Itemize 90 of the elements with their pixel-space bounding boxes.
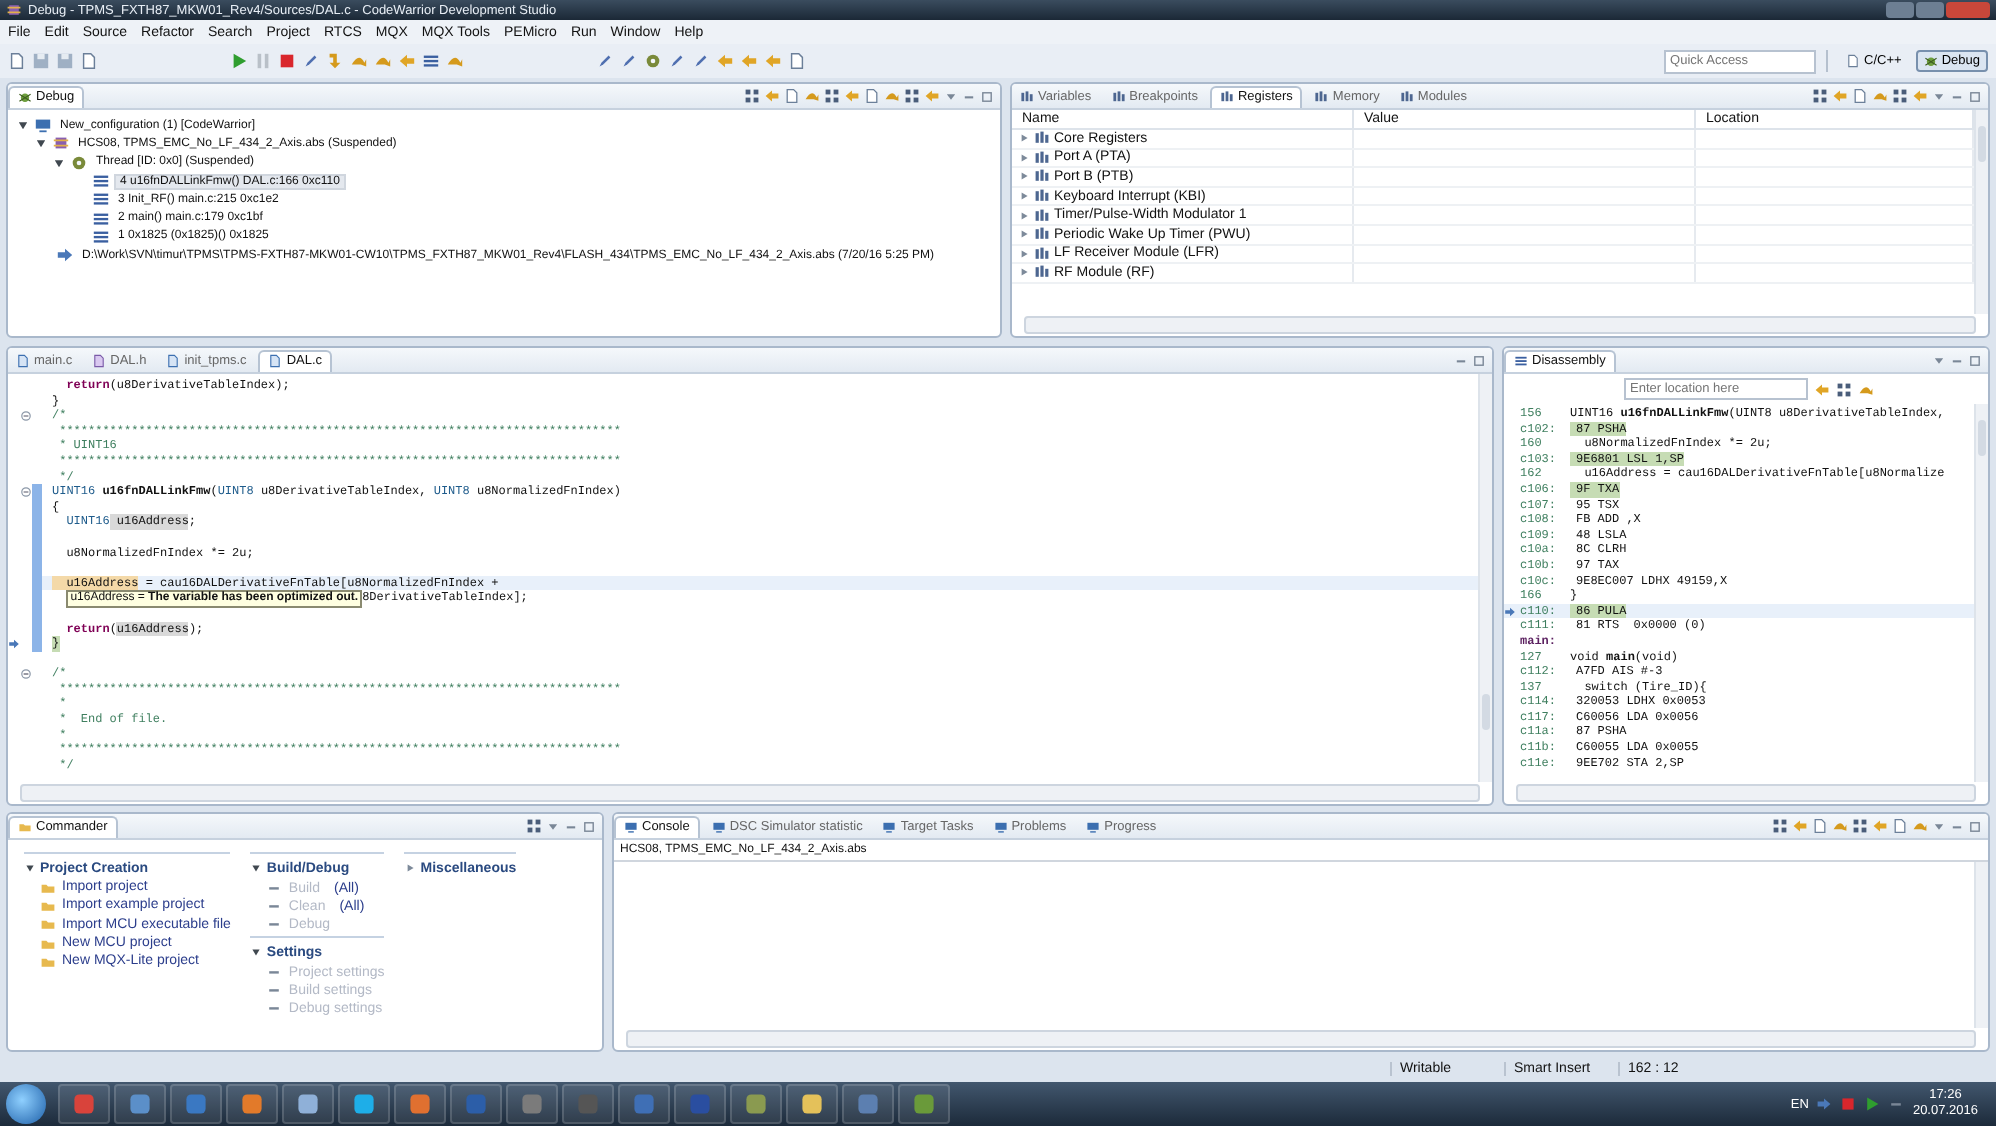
view-menu-icon[interactable] xyxy=(1932,819,1946,833)
tab-monitor-icon xyxy=(882,819,897,833)
step-return-icon[interactable] xyxy=(374,52,392,70)
new-file-icon[interactable] xyxy=(8,52,26,70)
taskbar-app-icon[interactable] xyxy=(394,1084,446,1124)
reset-icon[interactable] xyxy=(446,52,464,70)
vertical-scrollbar[interactable] xyxy=(1974,862,1988,1028)
view-menu-icon[interactable] xyxy=(1932,89,1946,103)
horizontal-scrollbar[interactable] xyxy=(20,784,1480,802)
collapse-icon[interactable] xyxy=(250,946,263,958)
horizontal-scrollbar[interactable] xyxy=(1516,784,1976,802)
tab-monitor-icon xyxy=(624,820,638,834)
tool-icon[interactable] xyxy=(824,88,840,104)
collapse-icon[interactable] xyxy=(24,862,36,874)
tab-reg-icon xyxy=(1111,89,1126,103)
horizontal-scrollbar[interactable] xyxy=(626,1030,1976,1048)
resume-icon[interactable] xyxy=(230,52,248,70)
vertical-scrollbar[interactable] xyxy=(1974,110,1988,314)
c-file-icon xyxy=(16,353,30,367)
vertical-scrollbar[interactable] xyxy=(1478,374,1492,782)
maximize-icon[interactable] xyxy=(1968,819,1982,833)
list-icon[interactable] xyxy=(422,52,440,70)
tool-icon[interactable] xyxy=(526,818,542,834)
taskbar-app-icon[interactable] xyxy=(898,1084,950,1124)
c-file-icon xyxy=(1846,54,1861,68)
bug-icon xyxy=(1923,54,1938,68)
monitor-icon xyxy=(34,116,52,135)
tab-monitor-icon xyxy=(993,819,1008,833)
minimize-button[interactable] xyxy=(1886,2,1914,18)
tool-icon[interactable] xyxy=(1836,381,1852,397)
tool-icon[interactable] xyxy=(1892,88,1908,104)
terminate-icon[interactable] xyxy=(278,52,296,70)
instruction-pointer-icon xyxy=(1504,605,1516,618)
stack-frame-icon xyxy=(92,190,110,209)
program-icon xyxy=(56,246,74,265)
stack-frame-icon xyxy=(92,209,110,228)
taskbar-app-icon[interactable] xyxy=(506,1084,558,1124)
fold-icon[interactable] xyxy=(20,409,32,422)
tool-icon[interactable] xyxy=(1772,818,1788,834)
stack-frame-icon xyxy=(92,172,110,191)
fold-icon[interactable] xyxy=(20,668,32,681)
taskbar-app-icon[interactable] xyxy=(226,1084,278,1124)
stack-frame-icon xyxy=(92,227,110,246)
bug-icon xyxy=(18,90,32,104)
save-icon[interactable] xyxy=(32,52,50,70)
c-file-icon xyxy=(268,354,283,368)
tab-reg-icon xyxy=(1219,90,1234,104)
tool-icon[interactable] xyxy=(1852,818,1868,834)
vertical-scrollbar[interactable] xyxy=(1974,404,1988,782)
fold-icon[interactable] xyxy=(20,485,32,498)
header-file-icon xyxy=(92,353,107,367)
collapse-icon[interactable] xyxy=(250,862,263,874)
save-all-icon[interactable] xyxy=(56,52,74,70)
view-menu-icon[interactable] xyxy=(546,819,560,833)
maximize-button[interactable] xyxy=(1916,2,1944,18)
tool-icon[interactable] xyxy=(744,88,760,104)
view-menu-icon[interactable] xyxy=(1932,353,1946,367)
tool-icon[interactable] xyxy=(1812,88,1828,104)
app-logo-icon xyxy=(6,2,22,18)
taskbar-app-icon[interactable] xyxy=(786,1084,838,1124)
step-into-icon[interactable] xyxy=(326,52,344,70)
tab-reg-icon xyxy=(1399,89,1414,103)
commander-icon xyxy=(18,820,32,834)
chip-icon xyxy=(52,134,70,153)
tab-reg-icon xyxy=(1020,89,1034,103)
maximize-icon[interactable] xyxy=(1968,89,1982,103)
gear-icon xyxy=(70,153,88,172)
taskbar-app-icon[interactable] xyxy=(338,1084,390,1124)
taskbar-app-icon[interactable] xyxy=(282,1084,334,1124)
disassembly-icon xyxy=(1514,354,1528,368)
tab-monitor-icon xyxy=(1086,819,1101,833)
instruction-pointer-icon xyxy=(8,637,20,650)
tab-reg-icon xyxy=(1314,89,1329,103)
taskbar-app-icon[interactable] xyxy=(842,1084,894,1124)
view-menu-icon[interactable] xyxy=(944,89,958,103)
start-button[interactable] xyxy=(6,1084,46,1124)
tool-icon[interactable] xyxy=(904,88,920,104)
horizontal-scrollbar[interactable] xyxy=(1024,316,1976,334)
maximize-icon[interactable] xyxy=(1472,353,1486,367)
tab-monitor-icon xyxy=(711,819,726,833)
back-icon[interactable] xyxy=(740,52,758,70)
maximize-icon[interactable] xyxy=(1968,353,1982,367)
expand-icon[interactable] xyxy=(404,862,417,874)
maximize-icon[interactable] xyxy=(582,819,596,833)
maximize-icon[interactable] xyxy=(980,89,994,103)
c-file-icon xyxy=(166,353,181,367)
gear-icon[interactable] xyxy=(644,52,662,70)
taskbar-app-icon[interactable] xyxy=(114,1084,166,1124)
taskbar-app-icon[interactable] xyxy=(730,1084,782,1124)
step-over-icon[interactable] xyxy=(350,52,368,70)
